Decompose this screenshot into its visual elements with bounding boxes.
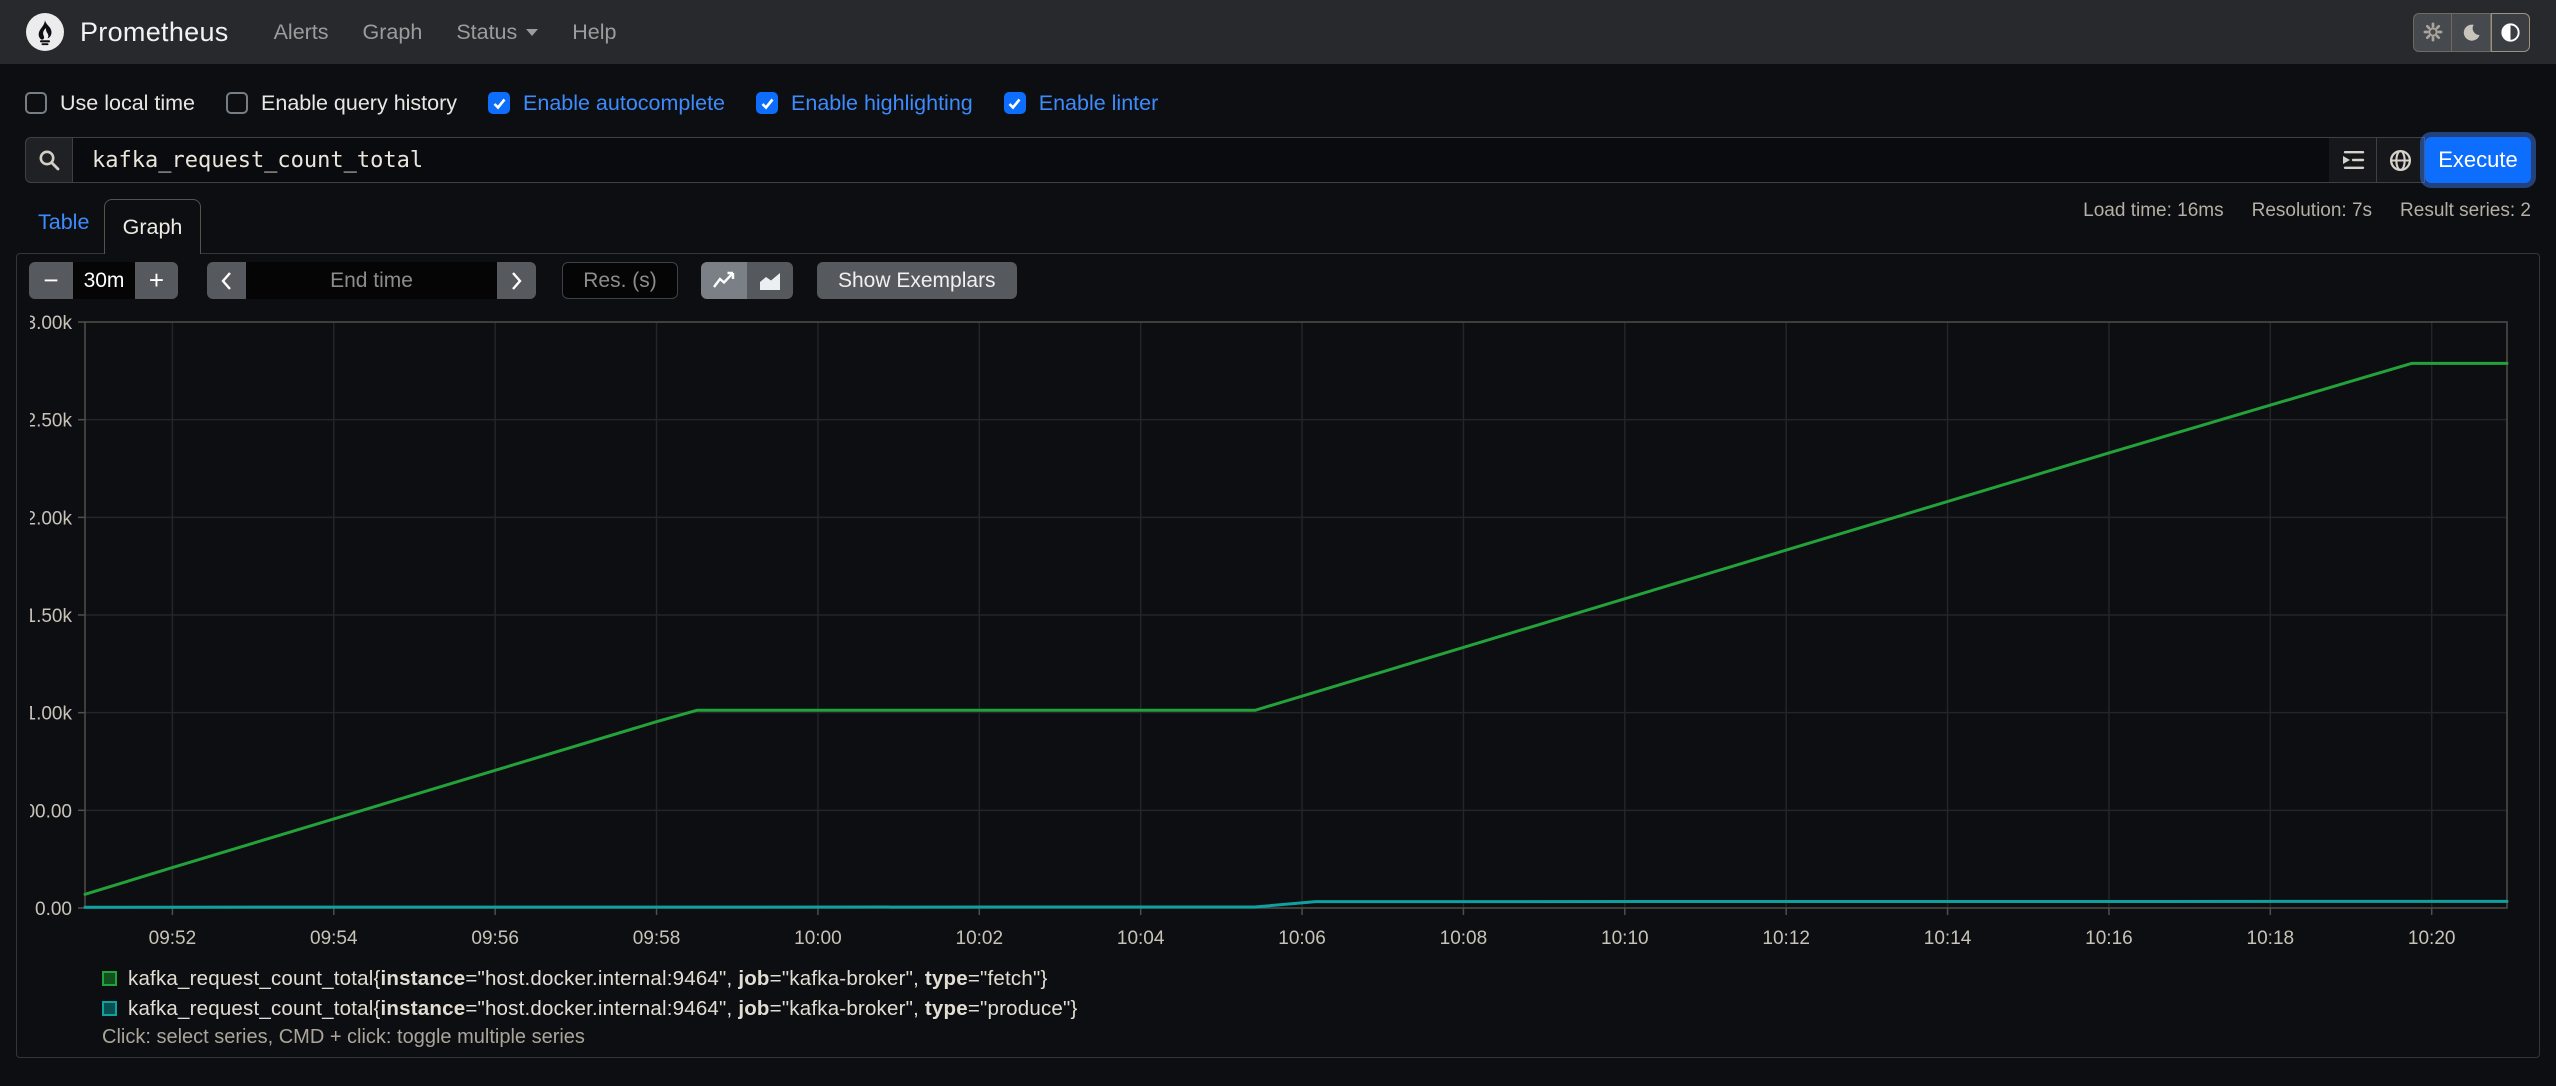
- checkbox-query-history[interactable]: Enable query history: [226, 91, 457, 116]
- nav-item-help[interactable]: Help: [555, 20, 633, 45]
- chevron-down-icon: [526, 28, 539, 36]
- globe-icon: [2389, 149, 2412, 171]
- theme-toggle-group: [2413, 12, 2530, 52]
- expression-input[interactable]: kafka_request_count_total: [73, 137, 2329, 183]
- moon-icon: [2463, 24, 2480, 41]
- metrics-explorer-icon: [2342, 150, 2364, 169]
- nav-links: Alerts Graph Status Help: [257, 20, 634, 45]
- flame-icon: [38, 20, 52, 46]
- checkbox-icon: [756, 92, 779, 114]
- execute-button[interactable]: Execute: [2425, 137, 2531, 183]
- theme-settings-button[interactable]: [2413, 12, 2452, 52]
- checkbox-icon: [25, 92, 47, 114]
- prometheus-logo[interactable]: [26, 13, 64, 51]
- nav-item-graph[interactable]: Graph: [346, 20, 440, 45]
- resolution: Resolution: 7s: [2251, 200, 2373, 221]
- metrics-explorer-button[interactable]: [2329, 137, 2377, 183]
- theme-auto-button[interactable]: [2491, 12, 2530, 52]
- load-time: Load time: 16ms: [2083, 200, 2224, 221]
- theme-dark-button[interactable]: [2452, 12, 2491, 52]
- graph-panel: [16, 253, 2540, 1058]
- checkbox-linter[interactable]: Enable linter: [1003, 91, 1158, 116]
- result-series: Result series: 2: [2400, 200, 2531, 221]
- tab-table[interactable]: Table: [38, 210, 89, 235]
- query-options-row: Use local time Enable query history Enab…: [25, 86, 1158, 120]
- tab-graph[interactable]: Graph: [104, 199, 201, 254]
- gear-icon: [2423, 22, 2442, 42]
- search-icon: [39, 150, 60, 171]
- checkbox-icon: [488, 92, 511, 114]
- navbar: Prometheus Alerts Graph Status Help: [0, 0, 2556, 64]
- checkbox-icon: [1003, 92, 1026, 114]
- query-stats: Load time: 16ms Resolution: 7s Result se…: [2083, 200, 2531, 222]
- checkbox-icon: [226, 92, 249, 114]
- explain-query-button[interactable]: [2377, 137, 2425, 183]
- checkbox-autocomplete[interactable]: Enable autocomplete: [488, 91, 725, 116]
- half-circle-icon: [2501, 22, 2520, 42]
- checkbox-highlighting[interactable]: Enable highlighting: [756, 91, 973, 116]
- app-title[interactable]: Prometheus: [80, 17, 229, 48]
- query-bar: kafka_request_count_total Execute: [25, 137, 2531, 183]
- search-segment: [25, 137, 73, 183]
- nav-item-status[interactable]: Status: [439, 20, 555, 45]
- checkbox-use-local-time[interactable]: Use local time: [25, 91, 195, 116]
- nav-item-alerts[interactable]: Alerts: [257, 20, 346, 45]
